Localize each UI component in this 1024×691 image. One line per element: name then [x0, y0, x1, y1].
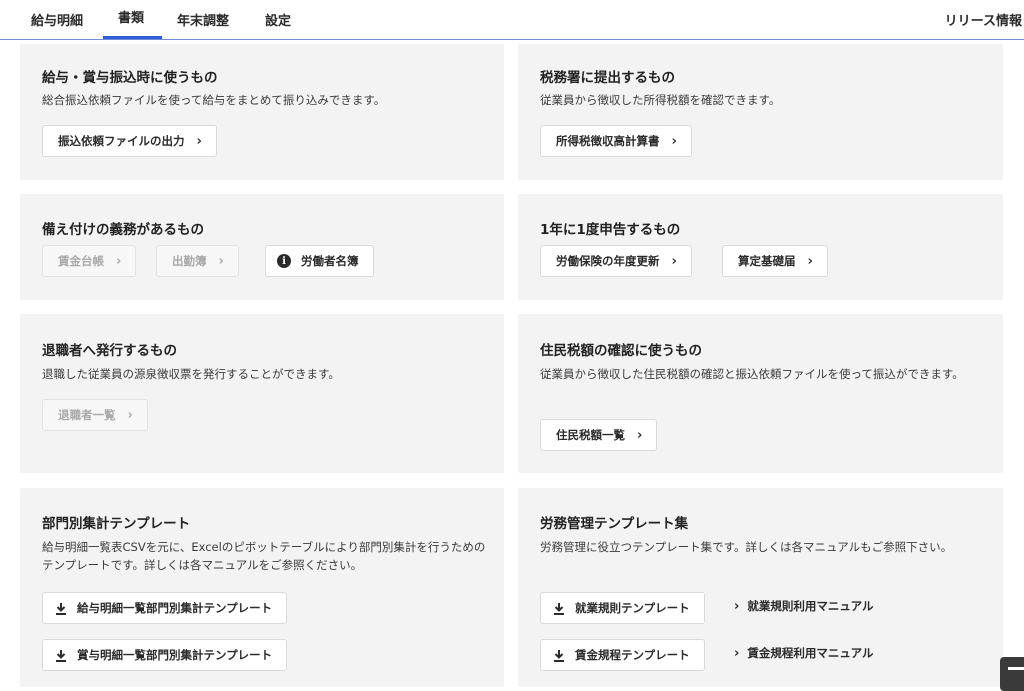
chevron-right-icon: › — [127, 407, 133, 423]
tab-payslip[interactable]: 給与明細 — [31, 10, 83, 29]
work-rules-template-download-button[interactable]: 就業規則テンプレート — [540, 592, 705, 624]
button-label: 算定基礎届 — [738, 254, 796, 268]
card-description: 給与明細一覧表CSVを元に、Excelのピボットテーブルにより部門別集計を行うた… — [42, 540, 486, 572]
button-label: 退職者一覧 — [58, 408, 116, 422]
card-description: 従業員から徴収した住民税額の確認と振込依頼ファイルを使って振込ができます。 — [540, 367, 964, 381]
card-title: 備え付けの義務があるもの — [42, 222, 204, 238]
resident-tax-list-button[interactable]: 住民税額一覧 › — [540, 419, 658, 451]
card-title: 1年に1度申告するもの — [540, 222, 681, 238]
card-department-template: 部門別集計テンプレート 給与明細一覧表CSVを元に、Excelのピボットテーブル… — [20, 488, 504, 687]
card-tax-office: 税務署に提出するもの 従業員から徴収した所得税額を確認できます。 所得税徴収高計… — [518, 44, 1003, 180]
link-label: 就業規則利用マニュアル — [747, 599, 874, 613]
download-icon — [55, 602, 67, 615]
chevron-right-icon: › — [637, 427, 643, 443]
download-icon — [553, 649, 565, 662]
calculation-base-report-button[interactable]: 算定基礎届 › — [722, 245, 828, 277]
chevron-right-icon: › — [116, 253, 122, 269]
labor-insurance-renewal-button[interactable]: 労働保険の年度更新 › — [540, 245, 692, 277]
card-title: 労務管理テンプレート集 — [540, 516, 689, 532]
card-retiree: 退職者へ発行するもの 退職した従業員の源泉徴収票を発行することができます。 退職… — [20, 314, 504, 473]
tab-year-end-adjustment[interactable]: 年末調整 — [177, 10, 229, 29]
link-label: 賃金規程利用マニュアル — [747, 646, 874, 660]
worker-roster-button[interactable]: i 労働者名簿 — [265, 245, 374, 277]
chevron-right-icon: › — [671, 133, 677, 149]
chevron-right-icon: › — [218, 253, 224, 269]
wage-rules-template-download-button[interactable]: 賃金規程テンプレート — [540, 639, 705, 671]
export-transfer-file-button[interactable]: 振込依頼ファイルの出力 › — [42, 125, 217, 157]
info-icon: i — [277, 254, 291, 268]
card-title: 部門別集計テンプレート — [42, 516, 191, 532]
tab-settings[interactable]: 設定 — [265, 10, 291, 29]
salary-dept-template-download-button[interactable]: 給与明細一覧部門別集計テンプレート — [42, 592, 288, 624]
card-resident-tax: 住民税額の確認に使うもの 従業員から徴収した住民税額の確認と振込依頼ファイルを使… — [518, 314, 1003, 473]
button-label: 労働保険の年度更新 — [556, 254, 660, 268]
release-info-link[interactable]: リリース情報 — [945, 10, 1022, 29]
button-label: 給与明細一覧部門別集計テンプレート — [77, 601, 273, 615]
income-tax-withholding-statement-button[interactable]: 所得税徴収高計算書 › — [540, 125, 692, 157]
download-icon — [553, 602, 565, 615]
tab-documents[interactable]: 書類 — [118, 7, 144, 26]
work-rules-manual-link[interactable]: › 就業規則利用マニュアル — [734, 598, 874, 614]
card-title: 住民税額の確認に使うもの — [540, 343, 702, 359]
button-label: 賃金規程テンプレート — [575, 648, 690, 662]
card-title: 退職者へ発行するもの — [42, 343, 177, 359]
top-navigation: 給与明細 書類 年末調整 設定 リリース情報 — [0, 0, 1024, 40]
card-title: 給与・賞与振込時に使うもの — [42, 70, 218, 86]
active-tab-indicator — [103, 36, 162, 39]
wage-rules-manual-link[interactable]: › 賃金規程利用マニュアル — [734, 645, 874, 661]
button-label: 振込依頼ファイルの出力 — [58, 134, 185, 148]
card-labor-template: 労務管理テンプレート集 労務管理に役立つテンプレート集です。詳しくは各マニュアル… — [518, 488, 1003, 687]
card-annual: 1年に1度申告するもの 労働保険の年度更新 › 算定基礎届 › — [518, 194, 1003, 300]
chevron-right-icon: › — [807, 253, 813, 269]
chevron-right-icon: › — [734, 646, 740, 661]
card-obligation: 備え付けの義務があるもの 賃金台帳 › 出勤簿 › i 労働者名簿 — [20, 194, 504, 300]
attendance-book-button[interactable]: 出勤簿 › — [156, 245, 239, 277]
card-description: 従業員から徴収した所得税額を確認できます。 — [540, 93, 781, 107]
button-label: 出勤簿 — [172, 254, 207, 268]
card-description: 総合振込依頼ファイルを使って給与をまとめて振り込みできます。 — [42, 93, 386, 107]
chevron-right-icon: › — [734, 599, 740, 614]
card-description: 労務管理に役立つテンプレート集です。詳しくは各マニュアルもご参照下さい。 — [540, 540, 953, 554]
button-label: 賞与明細一覧部門別集計テンプレート — [77, 648, 273, 662]
bonus-dept-template-download-button[interactable]: 賞与明細一覧部門別集計テンプレート — [42, 639, 288, 671]
card-description: 退職した従業員の源泉徴収票を発行することができます。 — [42, 367, 340, 381]
download-icon — [55, 649, 67, 662]
chat-support-icon[interactable] — [1000, 657, 1024, 691]
card-title: 税務署に提出するもの — [540, 70, 675, 86]
button-label: 労働者名簿 — [301, 254, 359, 268]
button-label: 所得税徴収高計算書 — [556, 134, 660, 148]
card-transfer: 給与・賞与振込時に使うもの 総合振込依頼ファイルを使って給与をまとめて振り込みで… — [20, 44, 504, 180]
retiree-list-button[interactable]: 退職者一覧 › — [42, 399, 148, 431]
button-label: 就業規則テンプレート — [575, 601, 690, 615]
wage-ledger-button[interactable]: 賃金台帳 › — [42, 245, 137, 277]
button-label: 賃金台帳 — [58, 254, 104, 268]
chevron-right-icon: › — [196, 133, 202, 149]
chevron-right-icon: › — [671, 253, 677, 269]
button-label: 住民税額一覧 — [556, 428, 625, 442]
